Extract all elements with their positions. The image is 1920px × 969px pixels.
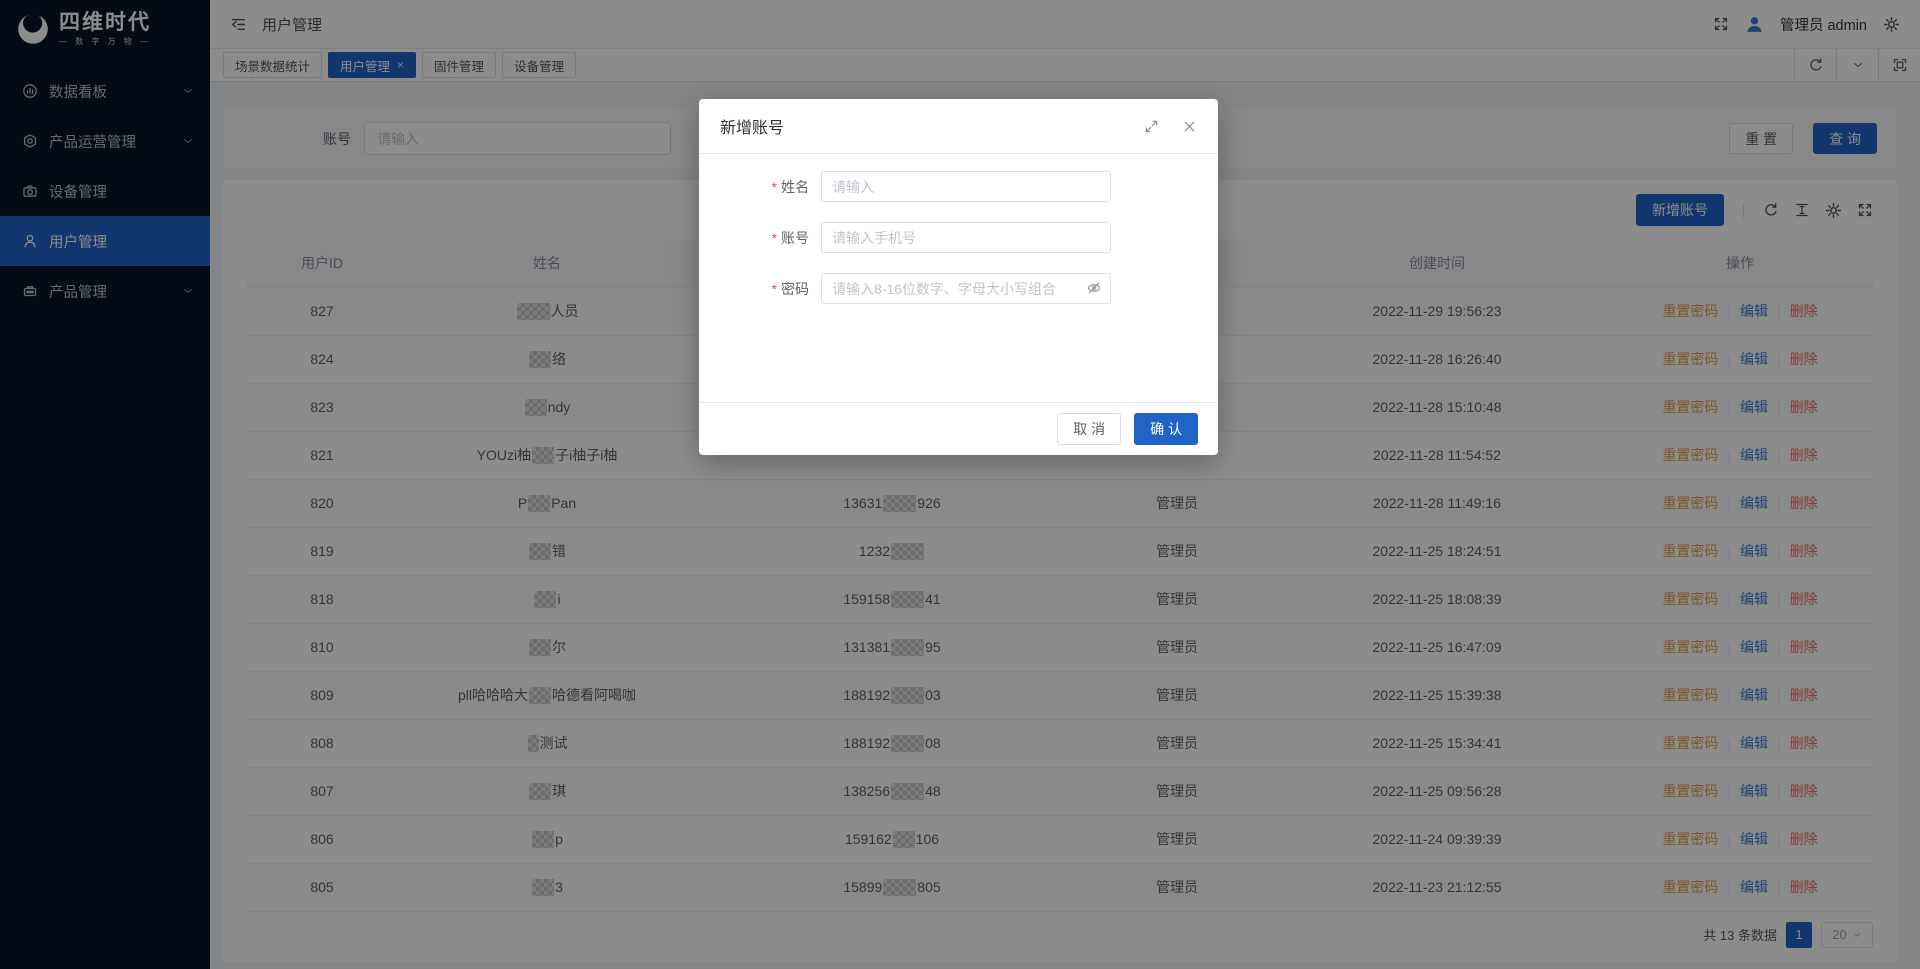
form-label: *密码: [699, 279, 821, 299]
cancel-button[interactable]: 取 消: [1057, 413, 1121, 445]
required-asterisk: *: [772, 179, 777, 195]
form-field-name: *姓名: [699, 171, 1218, 202]
required-asterisk: *: [772, 230, 777, 246]
form-label: *姓名: [699, 177, 821, 197]
dialog-header: 新增账号: [699, 99, 1218, 154]
dialog-footer: 取 消 确 认: [699, 402, 1218, 455]
dialog-close-icon[interactable]: [1182, 119, 1197, 134]
account-input[interactable]: [821, 222, 1111, 253]
add-account-dialog: 新增账号 *姓名 *账号 *密码 取 消 确 认: [699, 99, 1218, 455]
eye-off-icon[interactable]: [1086, 280, 1102, 296]
dialog-title: 新增账号: [720, 114, 784, 138]
password-input[interactable]: [821, 273, 1111, 304]
name-input[interactable]: [821, 171, 1111, 202]
dialog-form: *姓名 *账号 *密码: [699, 154, 1218, 402]
form-field-account: *账号: [699, 222, 1218, 253]
confirm-button[interactable]: 确 认: [1134, 413, 1198, 445]
form-label: *账号: [699, 228, 821, 248]
form-field-password: *密码: [699, 273, 1218, 304]
required-asterisk: *: [772, 281, 777, 297]
dialog-expand-icon[interactable]: [1144, 119, 1159, 134]
